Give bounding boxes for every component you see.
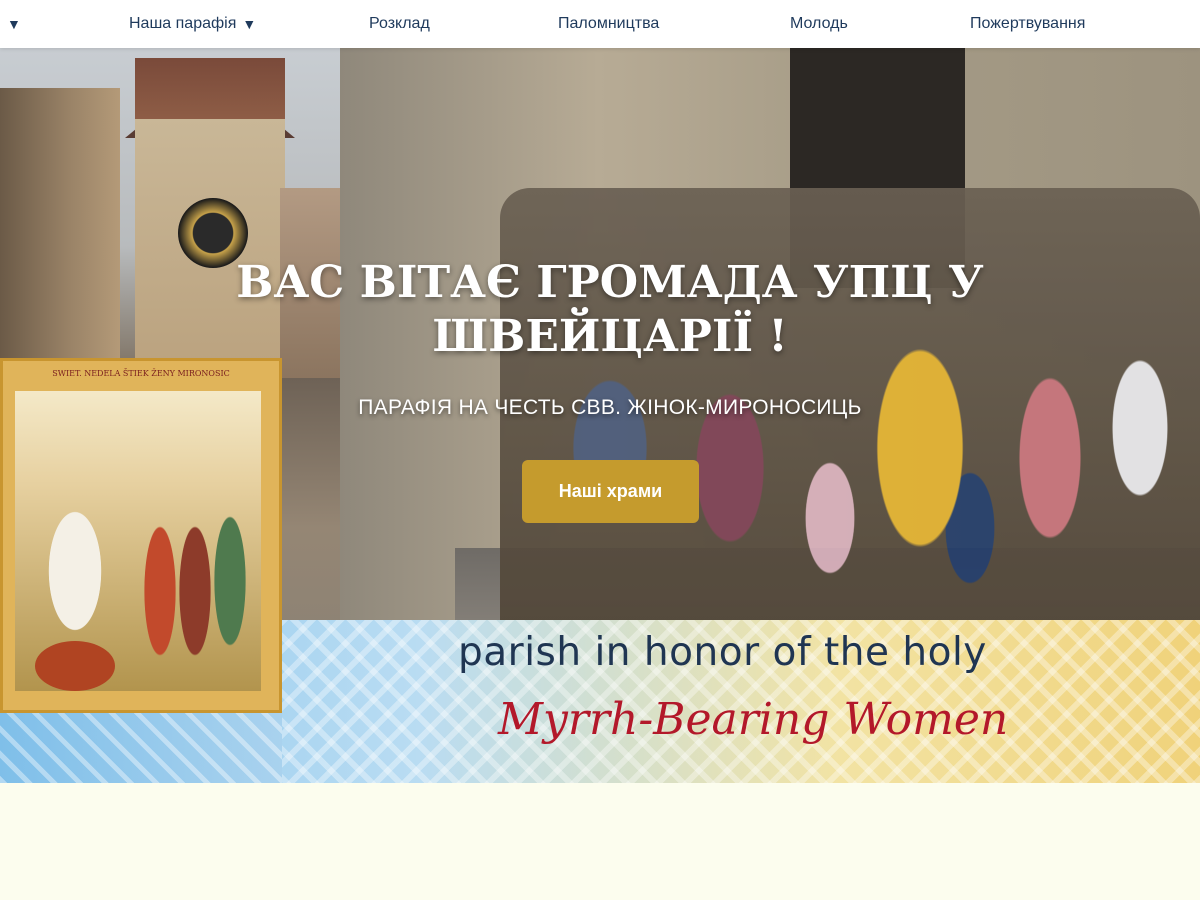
- nav-item-pilgrimages[interactable]: Паломництва: [558, 0, 659, 48]
- nav-item-label: Розклад: [369, 15, 430, 32]
- nav-item-our-parish[interactable]: Наша парафія ▼: [129, 0, 256, 48]
- tomb-figure: [35, 641, 115, 691]
- top-navigation: и ▼ Наша парафія ▼ Розклад Паломництва М…: [0, 0, 1200, 48]
- chevron-down-icon: ▼: [6, 16, 21, 32]
- nav-item-label: Молодь: [790, 15, 848, 32]
- nav-item-label: Наша парафія: [129, 15, 237, 32]
- hero-subtitle: ПАРАФІЯ НА ЧЕСТЬ СВВ. ЖІНОК-МИРОНОСИЦЬ: [358, 396, 862, 419]
- icon-caption: SWIET. NEDELA ŠTIEK ŽENY MIRONOSIC: [52, 369, 230, 378]
- banner-text-line2: Myrrh-Bearing Women: [498, 694, 1009, 745]
- banner-text-line1: parish in honor of the holy: [458, 630, 987, 675]
- hero-pattern-band-left: [0, 710, 282, 783]
- nav-item-schedule[interactable]: Розклад: [369, 0, 430, 48]
- nav-item-label: Паломництва: [558, 15, 660, 32]
- page-content-area: [0, 783, 1200, 900]
- icon-painting: [15, 391, 261, 691]
- chevron-down-icon: ▼: [242, 16, 257, 32]
- hero-banner: parish in honor of the holy Myrrh-Bearin…: [0, 48, 1200, 783]
- nav-item-label: Пожертвування: [970, 15, 1086, 32]
- nav-item-donations[interactable]: Пожертвування: [970, 0, 1085, 48]
- nav-item-label: и: [0, 15, 1, 33]
- nav-item-youth[interactable]: Молодь: [790, 0, 848, 48]
- our-churches-button[interactable]: Наші храми: [522, 460, 699, 523]
- hero-title: ВАС ВІТАЄ ГРОМАДА УПЦ У ШВЕЙЦАРІЇ !: [236, 257, 984, 362]
- angel-figure: [35, 461, 115, 651]
- myrrh-bearers-figures: [135, 441, 261, 691]
- nav-item-about[interactable]: и ▼: [0, 0, 21, 48]
